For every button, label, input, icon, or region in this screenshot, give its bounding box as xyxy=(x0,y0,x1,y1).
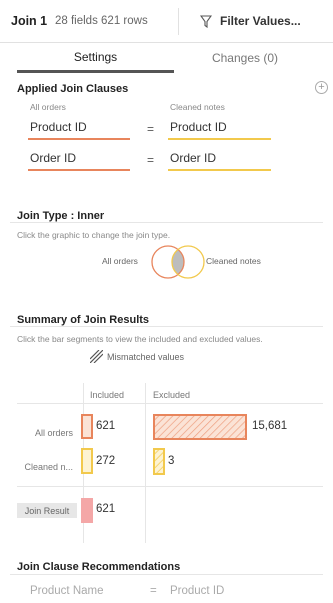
step-header: Join 1 28 fields 621 rows Filter Values.… xyxy=(0,0,333,43)
row-label: Cleaned n... xyxy=(24,462,73,472)
clause-left-field[interactable]: Order ID xyxy=(28,149,130,171)
excluded-bar[interactable] xyxy=(153,414,247,440)
venn-left-label: All orders xyxy=(102,256,138,266)
recommendation-left[interactable]: Product Name xyxy=(30,585,104,597)
join-result-value: 621 xyxy=(96,503,116,515)
tab-bar: Settings Changes (0) xyxy=(0,43,333,73)
recommendation-right[interactable]: Product ID xyxy=(170,585,224,597)
clause-operator: = xyxy=(147,122,155,136)
included-bar[interactable] xyxy=(81,414,93,439)
filter-values-label: Filter Values... xyxy=(220,14,301,28)
applied-join-clauses-title: Applied Join Clauses xyxy=(17,83,129,95)
hatch-icon xyxy=(90,350,103,363)
table-divider xyxy=(17,486,323,487)
section-divider xyxy=(10,574,323,575)
included-value: 621 xyxy=(96,420,116,432)
clause-left-field[interactable]: Product ID xyxy=(28,118,130,140)
summary-description: Click the bar segments to view the inclu… xyxy=(17,334,263,344)
add-clause-icon[interactable]: + xyxy=(315,81,328,94)
join-type-venn-diagram[interactable] xyxy=(148,244,208,280)
mismatched-label: Mismatched values xyxy=(107,351,185,362)
join-type-title: Join Type : Inner xyxy=(17,210,105,222)
join-type-description: Click the graphic to change the join typ… xyxy=(17,230,171,240)
included-value: 272 xyxy=(96,455,116,467)
filter-values-button[interactable]: Filter Values... xyxy=(200,11,301,31)
row-label: All orders xyxy=(34,428,73,438)
mismatched-legend: Mismatched values xyxy=(90,350,184,363)
table-divider xyxy=(17,403,323,404)
left-source-label: All orders xyxy=(30,102,66,112)
clause-operator: = xyxy=(147,153,155,167)
tab-settings[interactable]: Settings xyxy=(17,43,174,73)
summary-title: Summary of Join Results xyxy=(17,314,150,326)
excluded-value: 3 xyxy=(168,455,175,467)
venn-right-label: Cleaned notes xyxy=(206,256,261,266)
step-title: Join 1 xyxy=(11,14,48,28)
recommendations-title: Join Clause Recommendations xyxy=(17,561,181,573)
step-meta: 28 fields 621 rows xyxy=(55,15,148,27)
excluded-bar[interactable] xyxy=(153,448,165,475)
included-column-header: Included xyxy=(90,390,125,400)
filter-icon xyxy=(200,14,212,28)
section-divider xyxy=(10,326,323,327)
right-source-label: Cleaned notes xyxy=(170,102,225,112)
clause-right-field[interactable]: Product ID xyxy=(168,118,271,140)
section-divider xyxy=(10,222,323,223)
excluded-value: 15,681 xyxy=(252,420,288,432)
join-result-label: Join Result xyxy=(17,503,77,518)
tab-changes[interactable]: Changes (0) xyxy=(174,43,316,73)
recommendation-operator: = xyxy=(150,585,157,597)
join-result-bar[interactable] xyxy=(81,498,93,523)
column-separator xyxy=(145,383,146,543)
included-bar[interactable] xyxy=(81,448,93,474)
excluded-column-header: Excluded xyxy=(153,390,191,400)
header-separator xyxy=(178,8,179,35)
clause-right-field[interactable]: Order ID xyxy=(168,149,271,171)
